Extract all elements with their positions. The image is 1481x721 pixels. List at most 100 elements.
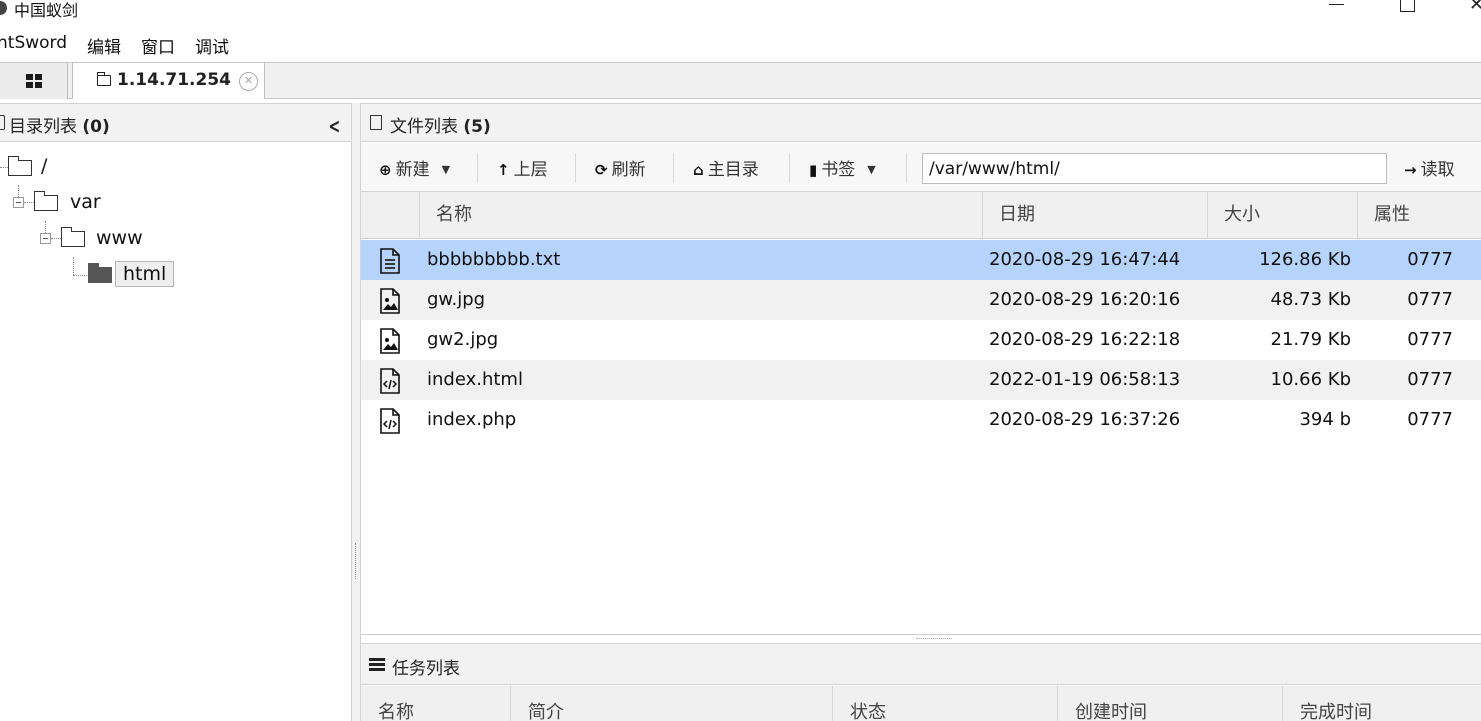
splitter-grip <box>355 543 356 579</box>
tree-connector <box>51 238 61 239</box>
tree-node-label: / <box>41 155 48 177</box>
image-file-icon <box>380 288 400 314</box>
tab-bar: 1.14.71.254 ✕ <box>0 62 1481 99</box>
file-name: bbbbbbbbb.txt <box>427 249 561 270</box>
file-row[interactable]: index.html 2022-01-19 06:58:13 10.66 Kb … <box>361 360 1481 400</box>
task-panel-title: 任务列表 <box>392 659 460 679</box>
file-icon <box>370 115 382 130</box>
app-logo-icon <box>0 1 7 15</box>
grid-icon <box>26 74 42 88</box>
toolbar-separator <box>906 153 907 183</box>
file-name: gw2.jpg <box>427 329 499 350</box>
collapse-panel-icon[interactable]: < <box>329 114 341 138</box>
read-path-button[interactable]: → 读取 <box>1404 155 1455 181</box>
file-panel: 文件列表 (5) ⊕新建▼ ↑上层 ⟳刷新 ⌂主目录 ▮书签▼ →读取 名称 日… <box>361 103 1481 721</box>
directory-panel-header: 目录列表 (0) < <box>0 103 351 142</box>
toolbar-separator <box>575 153 576 183</box>
image-file-icon <box>380 328 400 354</box>
close-tab-icon[interactable]: ✕ <box>239 72 258 91</box>
folder-icon <box>61 227 85 247</box>
path-input[interactable] <box>922 153 1387 184</box>
folder-icon <box>0 115 5 130</box>
menu-bar: ntSword 编辑 窗口 调试 <box>0 27 1481 61</box>
code-file-icon <box>380 408 400 434</box>
list-icon <box>369 658 385 671</box>
panel-splitter[interactable] <box>351 103 361 721</box>
directory-panel-title: 目录列表 (0) <box>9 117 110 137</box>
window-title: 中国蚁剑 <box>14 1 79 20</box>
task-column-description[interactable]: 简介 <box>510 686 832 721</box>
tree-node-label: var <box>70 191 101 213</box>
column-header-name[interactable]: 名称 <box>419 192 982 239</box>
folder-icon <box>34 191 58 211</box>
bookmark-icon: ▮ <box>809 161 818 179</box>
toolbar-separator <box>789 153 790 183</box>
caret-down-icon: ▼ <box>441 163 451 176</box>
file-permission: 0777 <box>1407 369 1453 390</box>
home-icon: ⌂ <box>693 161 704 179</box>
new-button[interactable]: ⊕ 新建 ▼ <box>379 155 450 181</box>
file-date: 2022-01-19 06:58:13 <box>989 369 1181 390</box>
file-name: gw.jpg <box>427 289 486 310</box>
tab-connection-label: 1.14.71.254 <box>117 70 232 90</box>
file-row[interactable]: gw.jpg 2020-08-29 16:20:16 48.73 Kb 0777 <box>361 280 1481 320</box>
file-date: 2020-08-29 16:47:44 <box>989 249 1181 270</box>
arrow-right-icon: → <box>1404 161 1417 179</box>
tab-home[interactable] <box>0 63 68 99</box>
task-grid-header: 名称 简介 状态 创建时间 完成时间 <box>361 686 1481 721</box>
tree-expander-icon[interactable] <box>13 197 24 208</box>
task-column-status[interactable]: 状态 <box>832 686 1057 721</box>
refresh-icon: ⟳ <box>595 161 608 179</box>
column-header-size[interactable]: 大小 <box>1207 192 1357 239</box>
file-row[interactable]: index.php 2020-08-29 16:37:26 394 b 0777 <box>361 400 1481 440</box>
refresh-button[interactable]: ⟳ 刷新 <box>595 155 646 181</box>
up-level-button[interactable]: ↑ 上层 <box>497 155 548 181</box>
menu-window[interactable]: 窗口 <box>141 33 175 58</box>
tree-connector <box>73 257 74 275</box>
file-date: 2020-08-29 16:20:16 <box>989 289 1181 310</box>
open-folder-icon <box>88 263 112 283</box>
task-column-name[interactable]: 名称 <box>361 686 510 721</box>
minimize-button[interactable] <box>1312 0 1358 18</box>
menu-antsword[interactable]: ntSword <box>0 33 67 53</box>
toolbar-separator <box>673 153 674 183</box>
file-size: 126.86 Kb <box>1259 249 1351 270</box>
caret-down-icon: ▼ <box>867 163 876 176</box>
home-directory-button[interactable]: ⌂ 主目录 <box>693 155 759 181</box>
title-bar: 中国蚁剑 <box>0 0 1481 26</box>
task-column-created[interactable]: 创建时间 <box>1057 686 1282 721</box>
arrow-up-icon: ↑ <box>497 161 510 179</box>
file-grid-header: 名称 日期 大小 属性 <box>361 192 1481 239</box>
file-size: 10.66 Kb <box>1270 369 1351 390</box>
file-permission: 0777 <box>1407 249 1453 270</box>
tree-node-label: html <box>115 261 175 287</box>
file-date: 2020-08-29 16:37:26 <box>989 409 1181 430</box>
file-name: index.html <box>427 369 523 390</box>
tree-node-label: www <box>96 227 143 249</box>
task-column-completed[interactable]: 完成时间 <box>1282 686 1481 721</box>
bookmark-button[interactable]: ▮ 书签 ▼ <box>809 155 876 181</box>
file-panel-header: 文件列表 (5) <box>361 103 1481 142</box>
file-name: index.php <box>427 409 517 430</box>
task-panel-resize-grip[interactable] <box>916 638 952 639</box>
file-row[interactable]: gw2.jpg 2020-08-29 16:22:18 21.79 Kb 077… <box>361 320 1481 360</box>
column-header-attr[interactable]: 属性 <box>1357 192 1481 239</box>
tree-connector <box>73 275 87 276</box>
tree-connector <box>24 202 34 203</box>
text-file-icon <box>380 248 400 274</box>
file-size: 48.73 Kb <box>1270 289 1351 310</box>
code-file-icon <box>380 368 400 394</box>
file-grid: 名称 日期 大小 属性 bbbbbbbbb.txt 2020-08-29 16:… <box>361 192 1481 635</box>
tab-connection[interactable]: 1.14.71.254 ✕ <box>72 63 265 99</box>
maximize-button[interactable] <box>1383 0 1429 18</box>
menu-edit[interactable]: 编辑 <box>87 33 121 58</box>
folder-icon <box>97 72 111 86</box>
menu-debug[interactable]: 调试 <box>195 33 229 58</box>
column-header-date[interactable]: 日期 <box>982 192 1207 239</box>
file-row[interactable]: bbbbbbbbb.txt 2020-08-29 16:47:44 126.86… <box>361 240 1481 280</box>
file-permission: 0777 <box>1407 329 1453 350</box>
tree-connector <box>0 167 8 168</box>
tree-expander-icon[interactable] <box>40 233 51 244</box>
close-window-button[interactable] <box>1455 0 1481 18</box>
file-size: 394 b <box>1299 409 1351 430</box>
